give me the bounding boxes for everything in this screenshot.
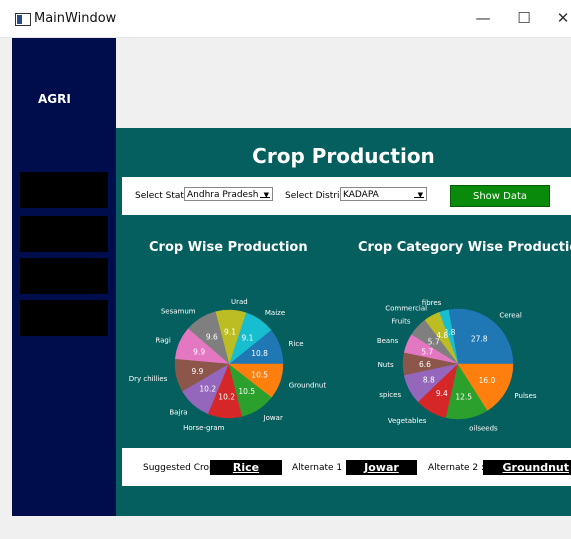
pie-category-label: spices <box>379 391 401 399</box>
pie-category-label: Jowar <box>263 414 283 422</box>
district-select[interactable]: KADAPA ▼ <box>340 187 427 201</box>
close-button[interactable]: ✕ <box>548 6 571 30</box>
top-band <box>116 38 571 128</box>
pie-category-label: Sesamum <box>161 307 196 315</box>
sidebar-button-1[interactable] <box>20 172 108 208</box>
pie-category-label: Cereal <box>499 312 522 320</box>
pie-value-label: 8.8 <box>423 375 435 384</box>
pie-value-label: 9.1 <box>224 328 236 337</box>
pie-value-label: 10.2 <box>218 392 235 401</box>
pie-category-label: Bajra <box>169 409 187 417</box>
pie-category-label: Urad <box>231 298 248 306</box>
sidebar-button-4[interactable] <box>20 300 108 336</box>
pie-value-label: 10.5 <box>251 371 268 380</box>
pie-category-label: Beans <box>377 337 399 345</box>
pie-category-label: Horse-gram <box>183 424 225 432</box>
sidebar-button-2[interactable] <box>20 216 108 252</box>
pie-value-label: 5.7 <box>421 348 433 357</box>
pie-category-label: Nuts <box>378 361 394 369</box>
pie-value-label: 10.2 <box>199 384 216 393</box>
district-value: KADAPA <box>343 190 379 200</box>
app-window-icon <box>15 13 31 26</box>
chart-title-crop-wise: Crop Wise Production S <box>149 240 307 255</box>
alternate-1-value: Jowar <box>346 460 417 475</box>
pie-value-label: 9.1 <box>241 333 253 342</box>
pie-category-label: Groundnut <box>289 382 327 390</box>
crop-wise-pie-chart: 10.8 Rice 9.1 Maize 9.1 Urad 9.6 Sesamum 9.9 Ragi… <box>129 298 327 432</box>
pie-value-label: 6.6 <box>419 360 431 369</box>
alternate-1-label: Alternate 1 : <box>292 463 349 473</box>
state-value: Andhra Pradesh <box>187 190 259 200</box>
pie-category-label: Commercial <box>385 305 427 313</box>
alternate-2-label: Alternate 2 : <box>428 463 485 473</box>
sidebar-button-3[interactable] <box>20 258 108 294</box>
suggested-crop-value: Rice <box>210 460 282 475</box>
suggestion-bar: Suggested Crop Rice Alternate 1 : Jowar … <box>122 448 571 486</box>
chevron-down-icon: ▼ <box>263 191 269 199</box>
pie-category-label: Rice <box>289 340 304 348</box>
alternate-2-value: Groundnut <box>483 460 571 475</box>
pie-value-label: 10.5 <box>238 387 255 396</box>
pie-category-label: oilseeds <box>469 424 498 432</box>
minimize-button[interactable]: — <box>468 6 498 30</box>
pie-value-label: 12.5 <box>455 393 472 402</box>
pie-value-label: 9.4 <box>436 389 448 398</box>
pie-value-label: 16.0 <box>479 376 496 385</box>
category-wise-pie-chart: 27.8Cereal2.8fibres4.8Commercial5.7Fruit… <box>377 299 537 433</box>
title-bar: MainWindow — ☐ ✕ <box>0 0 571 38</box>
filter-bar: Select Stat Andhra Pradesh ▼ Select Dist… <box>122 177 571 215</box>
pie-category-label: Maize <box>265 309 285 317</box>
state-label: Select Stat <box>135 191 184 201</box>
pie-value-label: 9.9 <box>193 347 205 356</box>
pie-value-label: 9.6 <box>206 333 218 342</box>
pie-category-label: Pulses <box>514 392 536 400</box>
status-strip <box>0 516 571 539</box>
pie-category-label: Fruits <box>391 318 411 326</box>
pie-category-label: Ragi <box>155 336 170 344</box>
main-panel: Crop Production Select Stat Andhra Prade… <box>116 128 571 516</box>
chart-title-category-wise: Crop Category Wise Productio <box>358 240 571 255</box>
sidebar: AGRI <box>12 38 116 516</box>
dropdown-underline <box>260 197 270 198</box>
pie-value-label: 5.7 <box>428 338 440 347</box>
pie-value-label: 10.8 <box>251 349 268 358</box>
brand-label: AGRI <box>38 92 71 106</box>
chevron-down-icon: ▼ <box>417 191 423 199</box>
suggested-crop-label: Suggested Crop <box>143 463 215 473</box>
pie-value-label: 9.9 <box>191 367 203 376</box>
show-data-button[interactable]: Show Data <box>450 185 550 207</box>
maximize-button[interactable]: ☐ <box>509 6 539 30</box>
pie-category-label: Dry chillies <box>129 375 168 383</box>
dropdown-underline <box>414 197 424 198</box>
page-title: Crop Production <box>252 144 435 168</box>
pie-value-label: 27.8 <box>471 335 488 344</box>
state-select[interactable]: Andhra Pradesh ▼ <box>184 187 273 201</box>
window-title: MainWindow <box>34 11 117 26</box>
district-label: Select Distric <box>285 191 345 201</box>
pie-category-label: Vegetables <box>388 417 427 425</box>
